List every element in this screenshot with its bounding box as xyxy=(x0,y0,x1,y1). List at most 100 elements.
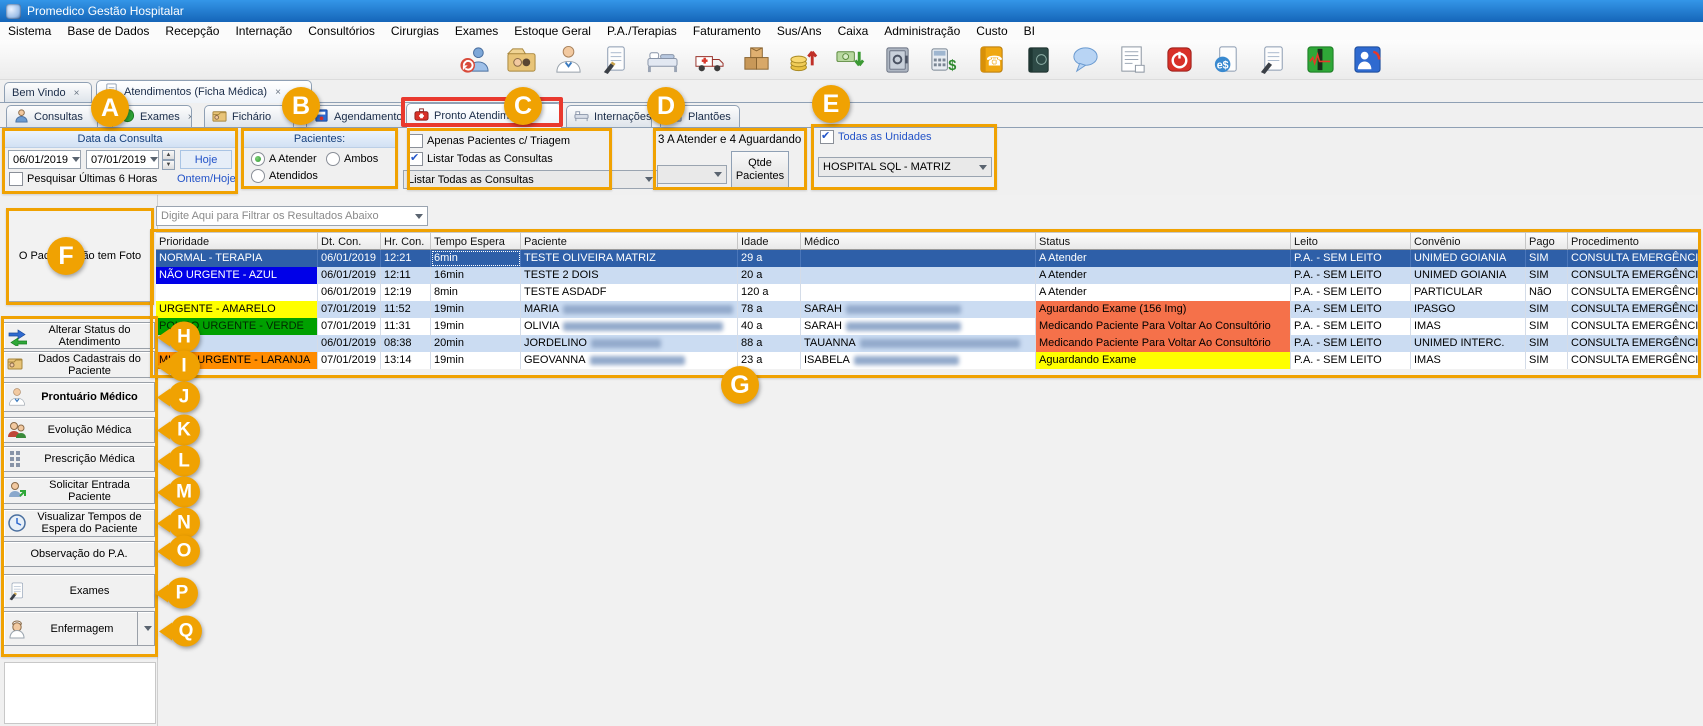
menu-item-cirurgias[interactable]: Cirurgias xyxy=(383,24,447,38)
menu-item-base-de-dados[interactable]: Base de Dados xyxy=(59,24,157,38)
table-row[interactable]: NÃO URGENTE - AZUL06/01/201912:1116minTE… xyxy=(156,267,1700,284)
search-last-6h-checkbox[interactable]: Pesquisar Últimas 6 Horas xyxy=(9,172,157,186)
qty-patients-button[interactable]: Qtde Pacientes xyxy=(731,151,789,188)
vitals-monitor-icon[interactable] xyxy=(1304,43,1337,76)
expense-down-icon[interactable] xyxy=(834,43,867,76)
column-header-dt-con-[interactable]: Dt. Con. xyxy=(318,232,381,250)
sidebar-button-enfermagem[interactable]: Enfermagem xyxy=(3,611,155,646)
checkbox-box[interactable] xyxy=(409,134,423,148)
column-header-conv-nio[interactable]: Convênio xyxy=(1411,232,1526,250)
sidebar-button-dados-cadastrais-do-paciente[interactable]: Dados Cadastrais do Paciente xyxy=(3,351,155,378)
list-all-dropdown[interactable]: Listar Todas as Consultas xyxy=(403,170,658,189)
date-to-input[interactable]: 07/01/2019 xyxy=(86,150,159,169)
menu-item-exames[interactable]: Exames xyxy=(447,24,506,38)
radio-dot[interactable] xyxy=(326,152,340,166)
all-units-checkbox[interactable]: Todas as Unidades xyxy=(820,130,932,144)
list-all-consultations-checkbox[interactable]: Listar Todas as Consultas xyxy=(409,152,553,166)
column-header-prioridade[interactable]: Prioridade xyxy=(156,232,318,250)
sidebar-button-prescri-o-m-dica[interactable]: Prescrição Médica xyxy=(3,446,155,472)
refresh-patient-icon[interactable] xyxy=(458,43,491,76)
subtab-interna-es[interactable]: Internações× xyxy=(566,105,652,128)
radio-dot[interactable] xyxy=(251,152,265,166)
menu-item-caixa[interactable]: Caixa xyxy=(830,24,877,38)
sidebar-button-solicitar-entrada-paciente[interactable]: Solicitar Entrada Paciente xyxy=(3,477,155,504)
menu-item-consult-rios[interactable]: Consultórios xyxy=(300,24,383,38)
table-row[interactable]: URGENTE - AMARELO07/01/201911:5219minMAR… xyxy=(156,301,1700,318)
call-patient-icon[interactable] xyxy=(1351,43,1384,76)
column-header-tempo-espera[interactable]: Tempo Espera xyxy=(431,232,521,250)
table-row[interactable]: 06/01/201912:198minTESTE ASDADF120 aA At… xyxy=(156,284,1700,301)
billing-calculator-icon[interactable]: $ xyxy=(928,43,961,76)
menu-item-bi[interactable]: BI xyxy=(1016,24,1043,38)
ambulance-icon[interactable] xyxy=(693,43,726,76)
radio-ambos[interactable]: Ambos xyxy=(326,152,378,166)
tab-bem-vindo[interactable]: Bem Vindo× xyxy=(4,82,92,103)
spinner-down-icon[interactable]: ▼ xyxy=(162,160,175,170)
column-header-procedimento[interactable]: Procedimento xyxy=(1568,232,1700,250)
patients-folder-icon[interactable] xyxy=(505,43,538,76)
sidebar-button-evolu-o-m-dica[interactable]: Evolução Médica xyxy=(3,417,155,443)
column-header-pago[interactable]: Pago xyxy=(1526,232,1568,250)
menu-item-estoque-geral[interactable]: Estoque Geral xyxy=(506,24,599,38)
subtab-consultas[interactable]: Consultas xyxy=(6,105,98,128)
report-icon[interactable] xyxy=(1116,43,1149,76)
radio-atendidos[interactable]: Atendidos xyxy=(251,169,318,183)
table-row[interactable]: NORMAL - TERAPIA06/01/201912:216minTESTE… xyxy=(156,250,1700,267)
table-row[interactable]: MUITO URGENTE - LARANJA07/01/201913:1419… xyxy=(156,352,1700,369)
close-tab-icon[interactable]: × xyxy=(275,87,281,98)
column-header-hr-con-[interactable]: Hr. Con. xyxy=(381,232,431,250)
close-tab-icon[interactable]: × xyxy=(188,112,192,123)
column-header-m-dico[interactable]: Médico xyxy=(801,232,1036,250)
doctor-icon[interactable] xyxy=(552,43,585,76)
subtab-fich-rio[interactable]: Fichário xyxy=(204,105,294,128)
menu-item-recep-o[interactable]: Recepção xyxy=(157,24,227,38)
column-header-leito[interactable]: Leito xyxy=(1291,232,1411,250)
ledger-book-icon[interactable] xyxy=(1022,43,1055,76)
radio-a-atender[interactable]: A Atender xyxy=(251,152,317,166)
yesterday-today-link[interactable]: Ontem/Hoje xyxy=(177,173,236,185)
count-dropdown[interactable] xyxy=(657,165,727,184)
spinner-up-icon[interactable]: ▲ xyxy=(162,150,175,160)
power-icon[interactable] xyxy=(1163,43,1196,76)
triage-only-checkbox[interactable]: Apenas Pacientes c/ Triagem xyxy=(409,134,570,148)
sidebar-button-observa-o-do-p-a-[interactable]: Observação do P.A. xyxy=(3,541,155,567)
checkbox-box[interactable] xyxy=(9,172,23,186)
sidebar-button-alterar-status-do-atendimento[interactable]: Alterar Status do Atendimento xyxy=(3,322,155,349)
medical-record-icon[interactable] xyxy=(599,43,632,76)
table-row[interactable]: 06/01/201908:3820minJORDELINO88 aTAUANNA… xyxy=(156,335,1700,352)
radio-dot[interactable] xyxy=(251,169,265,183)
revenue-up-icon[interactable] xyxy=(787,43,820,76)
menu-item-custo[interactable]: Custo xyxy=(968,24,1015,38)
safe-icon[interactable] xyxy=(881,43,914,76)
stock-boxes-icon[interactable] xyxy=(740,43,773,76)
column-header-idade[interactable]: Idade xyxy=(738,232,801,250)
menu-item-administra-o[interactable]: Administração xyxy=(876,24,968,38)
sidebar-button-visualizar-tempos-de-espera-do-paciente[interactable]: Visualizar Tempos de Espera do Paciente xyxy=(3,509,155,537)
checkbox-box[interactable] xyxy=(820,130,834,144)
grid-filter-input[interactable]: Digite Aqui para Filtrar os Resultados A… xyxy=(156,206,428,226)
today-button[interactable]: Hoje xyxy=(180,150,232,169)
menu-item-sus-ans[interactable]: Sus/Ans xyxy=(769,24,830,38)
e-invoice-icon[interactable]: e$ xyxy=(1210,43,1243,76)
split-dropdown-button[interactable] xyxy=(137,612,154,645)
subtab-agendamento[interactable]: Agendamento× xyxy=(306,105,404,128)
hospital-bed-icon[interactable] xyxy=(646,43,679,76)
column-header-paciente[interactable]: Paciente xyxy=(521,232,738,250)
phone-directory-icon[interactable]: ☎ xyxy=(975,43,1008,76)
close-tab-icon[interactable]: × xyxy=(74,88,80,99)
unit-dropdown[interactable]: HOSPITAL SQL - MATRIZ xyxy=(818,157,992,177)
sidebar-button-prontu-rio-m-dico[interactable]: Prontuário Médico xyxy=(3,382,155,412)
menu-item-faturamento[interactable]: Faturamento xyxy=(685,24,769,38)
checkbox-box[interactable] xyxy=(409,152,423,166)
menu-item-p-a-terapias[interactable]: P.A./Terapias xyxy=(599,24,685,38)
menu-item-sistema[interactable]: Sistema xyxy=(0,24,59,38)
chat-icon[interactable] xyxy=(1069,43,1102,76)
menu-item-interna-o[interactable]: Internação xyxy=(227,24,300,38)
table-row[interactable]: POUCO URGENTE - VERDE07/01/201911:3119mi… xyxy=(156,318,1700,335)
column-header-status[interactable]: Status xyxy=(1036,232,1291,250)
sidebar-button-exames[interactable]: Exames xyxy=(3,574,155,608)
close-tab-icon[interactable]: × xyxy=(739,112,740,123)
date-spinner[interactable]: ▲▼ xyxy=(162,150,175,169)
tab-atendimentos-ficha-m-dica-[interactable]: Atendimentos (Ficha Médica)× xyxy=(96,80,312,103)
date-from-input[interactable]: 06/01/2019 xyxy=(8,150,81,169)
